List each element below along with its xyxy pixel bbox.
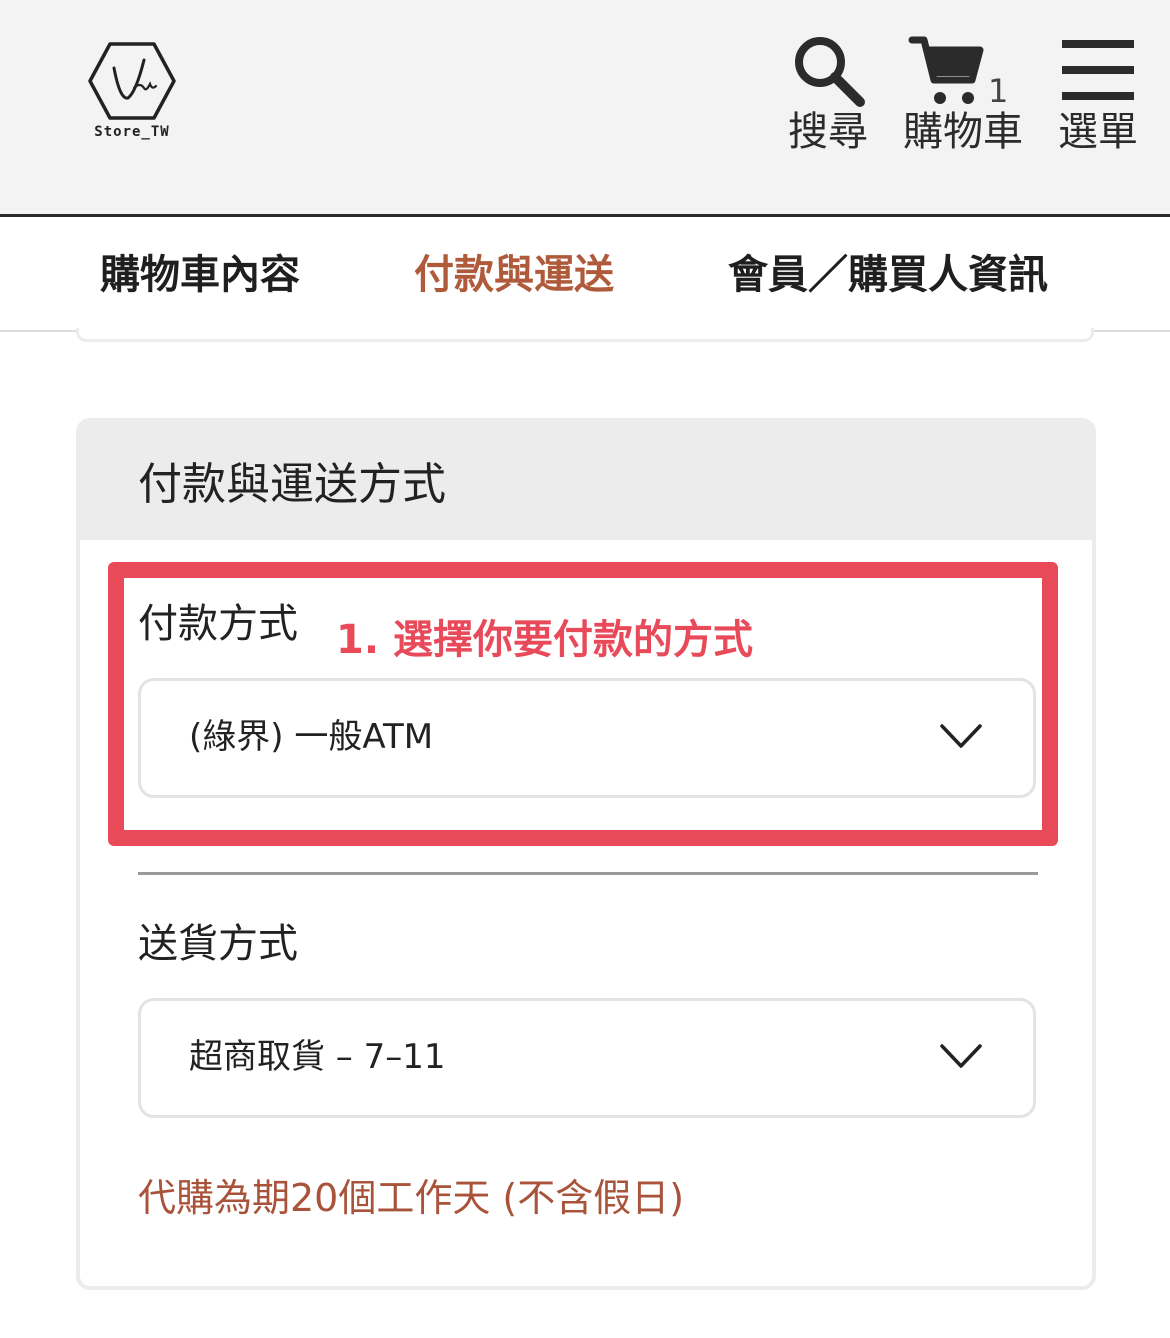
shipping-method-value: 超商取貨 – 7–11 bbox=[189, 1037, 446, 1077]
payment-shipping-card: 付款與運送方式 付款方式 (綠界) 一般ATM 送貨方式 超商取貨 – 7–11… bbox=[76, 418, 1096, 1290]
annotation-label: 1. 選擇你要付款的方式 bbox=[336, 617, 753, 663]
search-button[interactable]: 搜尋 bbox=[786, 32, 870, 156]
shipping-method-label: 送貨方式 bbox=[138, 921, 298, 967]
section-divider bbox=[138, 872, 1038, 875]
store-logo[interactable]: Store_TW bbox=[84, 38, 180, 148]
chevron-down-icon bbox=[940, 1044, 982, 1068]
cart-button[interactable]: 1 購物車 bbox=[898, 32, 1028, 156]
step-member-info[interactable]: 會員／購買人資訊 bbox=[728, 250, 1048, 300]
cart-label: 購物車 bbox=[903, 109, 1023, 155]
purchase-period-note: 代購為期20個工作天 (不含假日) bbox=[138, 1176, 685, 1220]
shipping-method-select[interactable]: 超商取貨 – 7–11 bbox=[138, 998, 1036, 1118]
search-label: 搜尋 bbox=[788, 109, 868, 155]
step-payment-shipping[interactable]: 付款與運送 bbox=[414, 250, 614, 300]
logo-text: Store_TW bbox=[94, 124, 170, 140]
card-title: 付款與運送方式 bbox=[138, 459, 446, 510]
checkout-steps: 購物車內容 付款與運送 會員／購買人資訊 bbox=[0, 220, 1170, 332]
hamburger-menu-icon bbox=[1062, 40, 1134, 100]
step-cart-contents[interactable]: 購物車內容 bbox=[100, 250, 300, 300]
card-header: 付款與運送方式 bbox=[80, 422, 1092, 540]
previous-card-edge bbox=[76, 328, 1094, 342]
search-icon bbox=[795, 37, 865, 107]
menu-button[interactable]: 選單 bbox=[1054, 32, 1142, 156]
cart-count-badge: 1 bbox=[988, 72, 1009, 110]
menu-label: 選單 bbox=[1058, 109, 1138, 155]
annotation-highlight-box bbox=[108, 562, 1058, 846]
site-header: Store_TW 搜尋 1 購物車 選單 bbox=[0, 0, 1170, 217]
logo-hexagon-icon bbox=[88, 42, 176, 120]
cart-icon bbox=[908, 36, 984, 104]
